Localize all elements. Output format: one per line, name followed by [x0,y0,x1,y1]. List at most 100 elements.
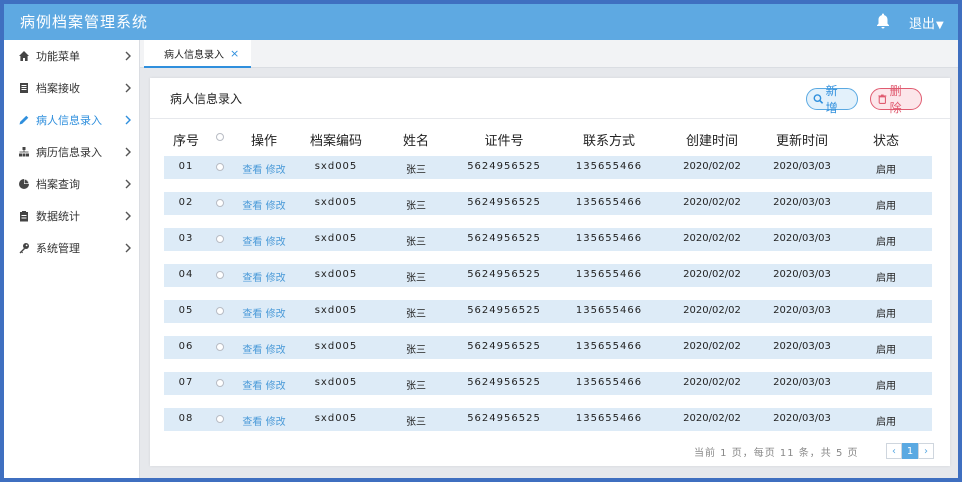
table-row[interactable]: 08 sxd005 张三 5624956525 135655466 2020/02/02 2… [164,408,932,431]
sidebar-item-label: 档案接收 [36,82,80,95]
cell-id-number: 5624956525 [467,305,541,316]
cell-status: 启用 [876,237,896,248]
edit-link[interactable]: 修改 [266,165,286,176]
cell-status: 启用 [876,273,896,284]
sidebar-item-record-entry[interactable]: 病历信息录入 [4,136,139,168]
header-contact: 联系方式 [582,134,635,149]
table-row[interactable]: 02 sxd005 张三 5624956525 135655466 2020/02/02 2… [164,192,932,215]
tab-label: 病人信息录入 [164,49,224,61]
cell-index: 08 [178,413,194,424]
cell-name: 张三 [406,201,426,212]
table-header: 序号 操作 档案编码 姓名 证件号 联系方式 创建时间 更新时间 状态 [164,126,932,152]
page-number-button[interactable]: 1 [902,443,918,459]
delete-button-label: 删除 [889,84,902,115]
row-select-radio[interactable] [216,199,224,207]
cell-name: 张三 [406,237,426,248]
table-row[interactable]: 01 sxd005 张三 5624956525 135655466 2020/02/02 2… [164,156,932,179]
logout-menu[interactable]: 退出▼ [909,13,944,32]
header-archive-code: 档案编码 [309,134,362,149]
prev-page-button[interactable]: ‹ [886,443,902,459]
cell-name: 张三 [406,345,426,356]
sidebar-item-label: 功能菜单 [36,50,80,63]
view-link[interactable]: 查看 [242,165,262,176]
view-link[interactable]: 查看 [242,381,262,392]
view-link[interactable]: 查看 [242,201,262,212]
chevron-right-icon [125,243,131,253]
cell-status: 启用 [876,345,896,356]
cell-actions: 查看 修改 [234,161,294,176]
edit-link[interactable]: 修改 [266,201,286,212]
edit-link[interactable]: 修改 [266,237,286,248]
chevron-right-icon [125,115,131,125]
cell-updated: 2020/03/03 [773,233,831,244]
close-icon[interactable]: × [230,47,239,60]
edit-link[interactable]: 修改 [266,273,286,284]
search-icon [813,94,824,104]
cell-name: 张三 [406,273,426,284]
cell-actions: 查看 修改 [234,377,294,392]
page-title: 病人信息录入 [170,92,243,106]
sidebar-item-statistics[interactable]: 数据统计 [4,200,139,232]
select-all-radio[interactable] [216,133,224,141]
table-row[interactable]: 05 sxd005 张三 5624956525 135655466 2020/02/02 2… [164,300,932,323]
view-link[interactable]: 查看 [242,273,262,284]
cell-name: 张三 [406,381,426,392]
tab-patient-entry[interactable]: 病人信息录入 × [144,40,252,68]
sidebar-item-archive-query[interactable]: 档案查询 [4,168,139,200]
row-select-radio[interactable] [216,163,224,171]
edit-link[interactable]: 修改 [266,345,286,356]
sidebar-item-label: 病人信息录入 [36,114,102,127]
chevron-down-icon: ▼ [936,20,944,31]
row-select-radio[interactable] [216,415,224,423]
sidebar-item-menu[interactable]: 功能菜单 [4,40,139,72]
pencil-icon [19,115,29,125]
view-link[interactable]: 查看 [242,237,262,248]
row-select-radio[interactable] [216,379,224,387]
cell-archive-code: sxd005 [314,305,358,316]
chevron-right-icon [125,51,131,61]
cell-created: 2020/02/02 [683,413,741,424]
cell-actions: 查看 修改 [234,233,294,248]
row-select-radio[interactable] [216,307,224,315]
header-created: 创建时间 [685,134,738,149]
row-select-radio[interactable] [216,271,224,279]
edit-link[interactable]: 修改 [266,309,286,320]
view-link[interactable]: 查看 [242,417,262,428]
cell-contact: 135655466 [575,413,643,424]
view-link[interactable]: 查看 [242,309,262,320]
cell-id-number: 5624956525 [467,377,541,388]
cell-created: 2020/02/02 [683,197,741,208]
cell-actions: 查看 修改 [234,413,294,428]
table-row[interactable]: 03 sxd005 张三 5624956525 135655466 2020/02/02 2… [164,228,932,251]
pie-chart-icon [19,179,29,189]
chevron-right-icon [125,179,131,189]
bell-icon[interactable] [874,12,892,30]
table-row[interactable]: 04 sxd005 张三 5624956525 135655466 2020/02/02 2… [164,264,932,287]
cell-actions: 查看 修改 [234,197,294,212]
sidebar-item-patient-entry[interactable]: 病人信息录入 [4,104,139,136]
sidebar: 功能菜单 档案接收 病人信息录入 病历信息录入 档案查询 数据统计 系统管理 [4,40,140,478]
view-link[interactable]: 查看 [242,345,262,356]
cell-created: 2020/02/02 [683,233,741,244]
edit-link[interactable]: 修改 [266,417,286,428]
chevron-right-icon [125,83,131,93]
sidebar-item-system-admin[interactable]: 系统管理 [4,232,139,264]
table-row[interactable]: 06 sxd005 张三 5624956525 135655466 2020/02/02 2… [164,336,932,359]
cell-index: 04 [178,269,194,280]
content-card: 病人信息录入 新增 删除 序号 操作 档案编码 姓名 证件号 联系方式 创建时间… [150,78,950,466]
table-row[interactable]: 07 sxd005 张三 5624956525 135655466 2020/02/02 2… [164,372,932,395]
sidebar-item-archive-receive[interactable]: 档案接收 [4,72,139,104]
row-select-radio[interactable] [216,235,224,243]
edit-link[interactable]: 修改 [266,381,286,392]
cell-updated: 2020/03/03 [773,305,831,316]
cell-status: 启用 [876,417,896,428]
row-select-radio[interactable] [216,343,224,351]
next-page-button[interactable]: › [918,443,934,459]
cell-id-number: 5624956525 [467,161,541,172]
cell-contact: 135655466 [575,197,643,208]
cell-archive-code: sxd005 [314,413,358,424]
delete-button[interactable]: 删除 [870,84,922,115]
sitemap-icon [19,147,29,157]
cell-index: 07 [178,377,194,388]
add-button[interactable]: 新增 [806,84,858,115]
